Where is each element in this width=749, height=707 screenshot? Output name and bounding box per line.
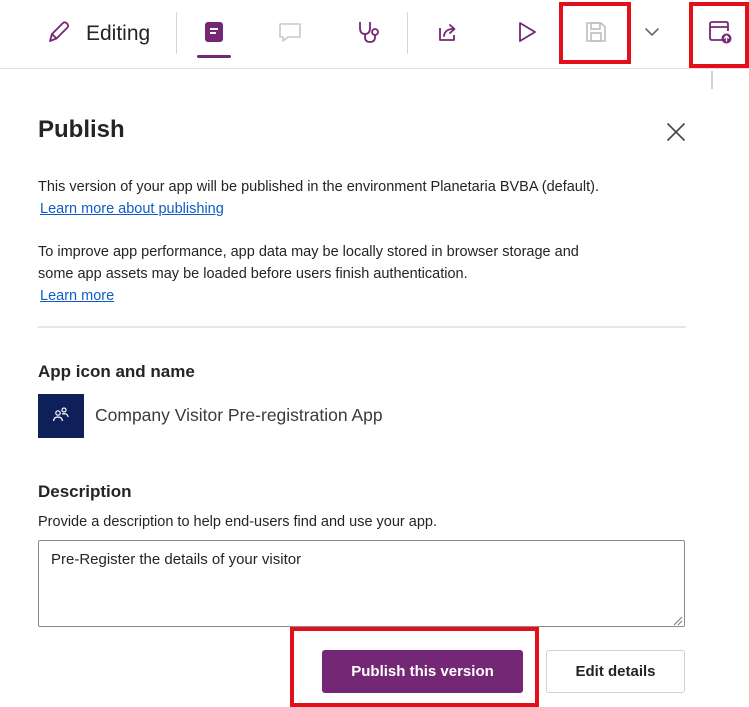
close-button[interactable] <box>664 120 688 144</box>
app-designer-icon <box>201 19 227 50</box>
performance-text-line-2: some app assets may be loaded before use… <box>38 266 468 282</box>
editing-label: Editing <box>86 22 151 45</box>
app-name: Company Visitor Pre-registration App <box>95 405 383 425</box>
publish-highlight-box <box>689 2 749 68</box>
toolbar-separator <box>407 12 408 54</box>
learn-more-publishing-link[interactable]: Learn more about publishing <box>40 198 224 220</box>
save-highlight-box <box>559 2 631 64</box>
close-icon <box>664 123 688 148</box>
stethoscope-icon <box>355 18 383 51</box>
panel-edge-line <box>711 71 713 89</box>
resize-grip-icon[interactable] <box>671 613 683 626</box>
play-icon <box>515 19 539 50</box>
app-icon <box>38 394 84 438</box>
description-hint: Provide a description to help end-users … <box>38 514 437 530</box>
app-checker-button[interactable] <box>349 14 389 54</box>
save-options-dropdown[interactable] <box>632 14 672 54</box>
edit-details-button[interactable]: Edit details <box>546 650 685 693</box>
description-textarea[interactable]: Pre-Register the details of your visitor <box>38 540 685 627</box>
publish-version-highlight-box <box>290 627 539 707</box>
active-tab-indicator <box>197 55 231 58</box>
command-bar: Editing <box>0 0 749 69</box>
publish-intro-text: This version of your app will be publish… <box>38 179 599 195</box>
panel-title: Publish <box>38 116 125 143</box>
toolbar-separator <box>176 12 177 54</box>
share-button[interactable] <box>428 14 468 54</box>
performance-text-line-1: To improve app performance, app data may… <box>38 244 579 260</box>
learn-more-link[interactable]: Learn more <box>40 285 114 307</box>
comment-icon <box>276 19 304 50</box>
comments-button[interactable] <box>270 14 310 54</box>
preview-button[interactable] <box>507 14 547 54</box>
app-designer-button[interactable] <box>194 14 234 54</box>
description-heading: Description <box>38 482 132 501</box>
section-divider <box>38 326 686 328</box>
chevron-down-icon <box>641 21 663 48</box>
share-icon <box>435 19 461 50</box>
people-icon <box>51 405 71 428</box>
pencil-icon <box>46 19 72 50</box>
editing-mode-button[interactable]: Editing <box>46 17 150 51</box>
app-icon-name-heading: App icon and name <box>38 362 195 381</box>
